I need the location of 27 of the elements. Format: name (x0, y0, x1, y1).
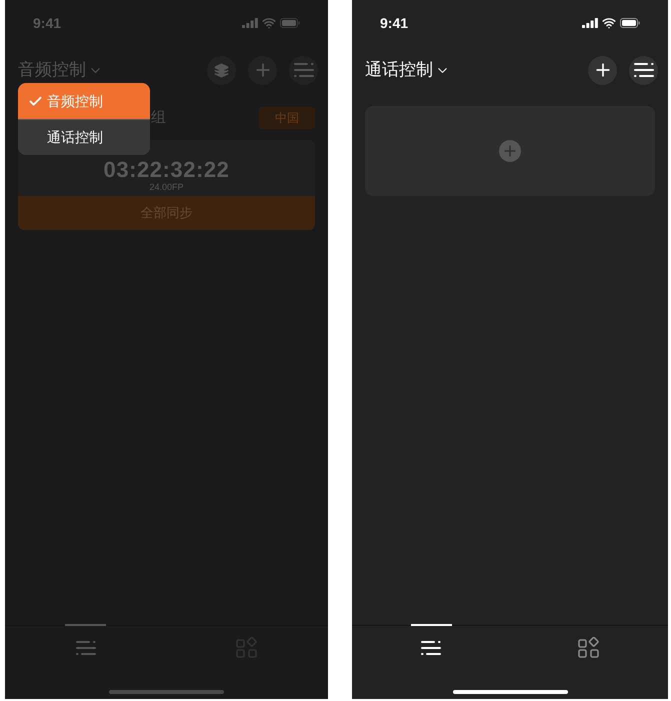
wifi-icon (262, 16, 276, 30)
list-icon (294, 62, 314, 78)
signal-icon (242, 18, 258, 28)
screen-title[interactable]: 通话控制 (365, 57, 433, 83)
wifi-icon (602, 16, 616, 30)
region-tag[interactable]: 中国 (259, 107, 315, 129)
grid-icon (236, 637, 258, 659)
status-time: 9:41 (33, 14, 62, 32)
battery-icon (620, 18, 640, 28)
screen-title[interactable]: 音频控制 (18, 57, 86, 83)
signal-icon (582, 18, 598, 28)
layers-button[interactable] (207, 56, 236, 84)
layers-icon (214, 62, 229, 78)
list-tab-icon (76, 640, 96, 656)
battery-icon (280, 18, 300, 28)
menu-button[interactable] (629, 56, 658, 84)
tab-indicator (65, 624, 106, 626)
status-time: 9:41 (380, 14, 408, 32)
add-button[interactable] (588, 56, 617, 84)
grid-icon (578, 637, 600, 659)
list-tab-icon (421, 640, 441, 656)
list-icon (634, 62, 654, 78)
timecode: 03:22:32:22 (104, 158, 230, 182)
plus-circle-icon (499, 140, 521, 162)
tab-indicator (410, 624, 452, 626)
dropdown-option[interactable]: 通话控制 (18, 119, 150, 155)
dropdown-option[interactable]: 音频控制 (18, 83, 150, 119)
